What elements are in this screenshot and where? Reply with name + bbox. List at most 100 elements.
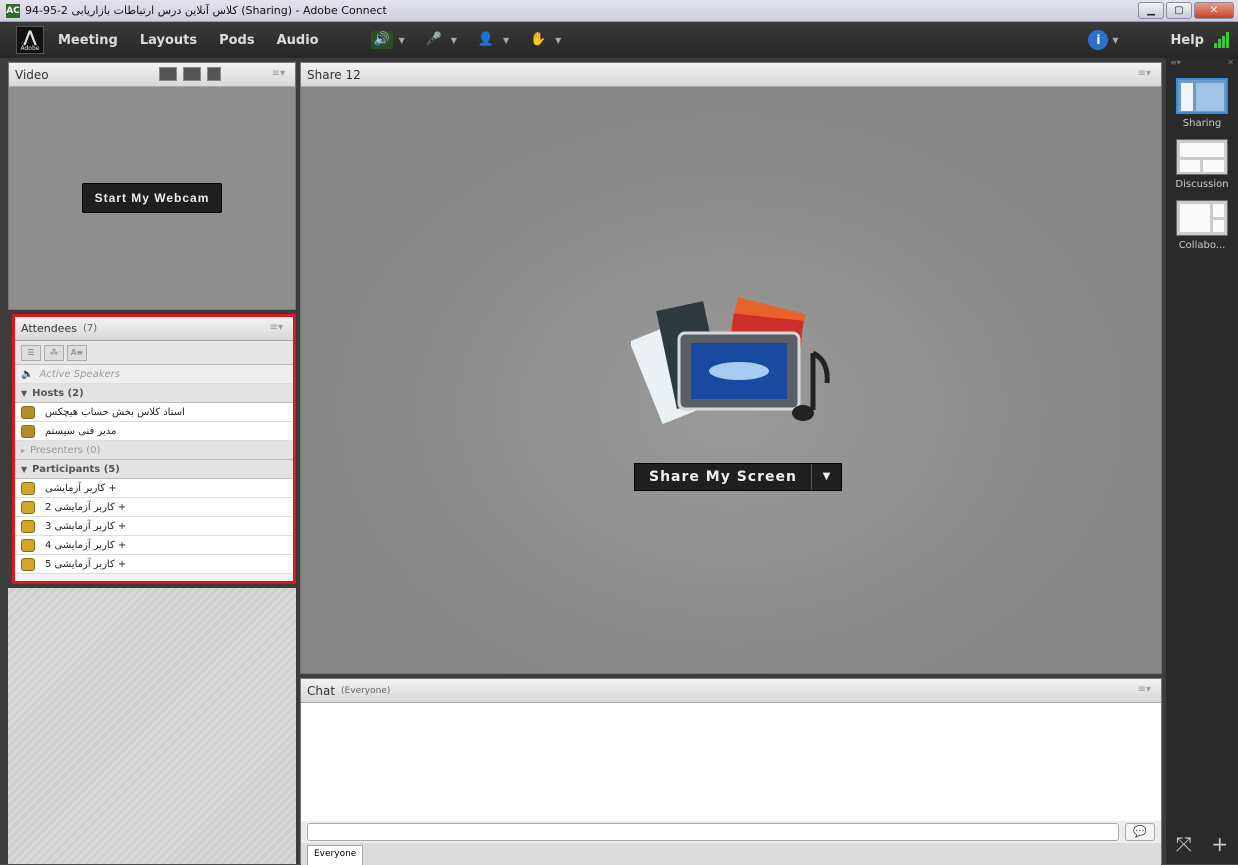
status-toggle[interactable]: ✋ ▼ <box>527 28 561 52</box>
fullscreen-icon[interactable] <box>207 67 221 81</box>
chevron-down-icon: ▼ <box>398 35 405 45</box>
list-view-icon[interactable]: ☰ <box>21 345 41 361</box>
video-pod-title: Video <box>15 67 49 82</box>
info-icon[interactable]: i <box>1088 30 1109 50</box>
empty-pod-area <box>8 588 296 864</box>
menu-layouts[interactable]: Layouts <box>140 33 197 48</box>
maximize-button[interactable]: ▢ <box>1166 2 1192 19</box>
participants-label: Participants (5) <box>32 463 120 475</box>
grid-view-icon[interactable] <box>159 67 177 81</box>
attendee-row[interactable]: کاربر آزمایشی 2 + <box>15 498 293 517</box>
chat-title: Chat <box>307 683 336 698</box>
share-pod-header: Share 12 ≡▾ <box>301 63 1161 87</box>
host-user-icon <box>21 405 35 419</box>
hosts-section[interactable]: ▼ Hosts (2) <box>15 384 293 403</box>
attendees-pod: Attendees (7) ≡▾ ☰ ⁂ A≡ 🔈 Active Speaker… <box>12 314 296 584</box>
tab-everyone[interactable]: Everyone <box>307 845 364 865</box>
attendee-row[interactable]: مدیر فنی سیستم <box>15 422 293 441</box>
send-message-icon[interactable]: 💬 <box>1125 823 1155 841</box>
participant-user-icon <box>21 557 35 571</box>
menu-pods[interactable]: Pods <box>219 33 255 48</box>
minimize-button[interactable]: ▁ <box>1138 2 1164 19</box>
attendee-name: کاربر آزمایشی + <box>45 482 117 494</box>
attendee-row[interactable]: کاربر آزمایشی 5 + <box>15 555 293 574</box>
chat-messages <box>301 703 1161 821</box>
add-layout-icon[interactable]: + <box>1211 832 1228 856</box>
speaker-toggle[interactable]: 🔊 ▼ <box>370 28 405 52</box>
attendee-name: کاربر آزمایشی 3 + <box>45 520 127 532</box>
chevron-down-icon: ▼ <box>450 35 457 45</box>
share-my-screen-label[interactable]: Share My Screen <box>635 464 811 490</box>
attendees-count: (7) <box>82 323 98 334</box>
adobe-connect-window: AC 94-95-2 کلاس آنلاین درس ارتباطات بازا… <box>0 0 1238 865</box>
participant-user-icon <box>21 500 35 514</box>
app-icon: AC <box>6 3 20 18</box>
menu-right: i ▼ Help <box>1088 22 1238 58</box>
share-media-illustration <box>631 297 830 426</box>
chevron-down-icon: ▼ <box>555 35 562 45</box>
participants-section[interactable]: ▼ Participants (5) <box>15 460 293 479</box>
presenters-label: Presenters (0) <box>30 444 101 456</box>
close-button[interactable]: ✕ <box>1194 2 1234 19</box>
layout-discussion-thumbnail <box>1176 139 1228 175</box>
monitor-glow-icon <box>709 362 769 380</box>
attendees-title: Attendees <box>21 322 77 335</box>
chevron-down-icon[interactable]: ▼ <box>810 464 841 490</box>
breakout-view-icon[interactable]: ⁂ <box>44 345 64 361</box>
expand-triangle-icon: ▸ <box>21 445 26 455</box>
layout-collaboration[interactable]: Collabo... <box>1174 200 1230 251</box>
adobe-logo-mark: ⋀ <box>23 27 37 46</box>
layouts-options-icon[interactable]: ≡▾ <box>1170 58 1181 68</box>
layouts-bar-header: ≡▾ ✕ <box>1166 58 1238 68</box>
presenters-section[interactable]: ▸ Presenters (0) <box>15 441 293 460</box>
music-note-head-icon <box>792 405 814 421</box>
camera-toggle[interactable]: 👤 ▼ <box>475 28 509 52</box>
video-pod: Video ≡▾ Start My Webcam <box>8 62 296 310</box>
filmstrip-view-icon[interactable] <box>183 67 201 81</box>
layout-label: Collabo... <box>1178 240 1226 251</box>
attendee-row[interactable]: کاربر آزمایشی 4 + <box>15 536 293 555</box>
participant-user-icon <box>21 538 35 552</box>
layout-discussion[interactable]: Discussion <box>1174 139 1230 190</box>
pod-options-icon[interactable]: ≡▾ <box>1138 68 1151 79</box>
help-menu[interactable]: Help <box>1171 33 1204 48</box>
menu-meeting[interactable]: Meeting <box>58 33 118 48</box>
hosts-label: Hosts (2) <box>32 387 84 399</box>
manage-layouts-icon[interactable]: ⤧ <box>1176 832 1192 856</box>
microphone-toggle[interactable]: 🎤 ▼ <box>423 28 457 52</box>
active-speakers-row: 🔈 Active Speakers <box>15 365 293 384</box>
attendee-row[interactable]: کاربر آزمایشی 3 + <box>15 517 293 536</box>
participant-user-icon <box>21 519 35 533</box>
pod-options-icon[interactable]: ≡▾ <box>272 68 285 79</box>
attendee-name: کاربر آزمایشی 2 + <box>45 501 127 513</box>
attendee-row[interactable]: کاربر آزمایشی + <box>15 479 293 498</box>
attendee-name: استاد کلاس بخش حساب هیچکس <box>45 406 185 418</box>
layout-sharing[interactable]: Sharing <box>1174 78 1230 129</box>
speaker-icon: 🔈 <box>21 368 34 380</box>
adobe-logo: ⋀ Adobe <box>16 26 44 54</box>
start-webcam-button[interactable]: Start My Webcam <box>81 183 223 213</box>
share-my-screen-button[interactable]: Share My Screen ▼ <box>634 463 842 491</box>
attendee-row[interactable]: استاد کلاس بخش حساب هیچکس <box>15 403 293 422</box>
attendee-name: کاربر آزمایشی 5 + <box>45 558 127 570</box>
chat-message-input[interactable] <box>307 823 1119 841</box>
video-pod-header: Video ≡▾ <box>9 63 295 87</box>
adobe-logo-text: Adobe <box>20 45 40 52</box>
pod-options-icon[interactable]: ≡▾ <box>270 322 283 333</box>
chevron-down-icon[interactable]: ▼ <box>1112 36 1118 45</box>
window-controls: ▁ ▢ ✕ <box>1138 2 1234 19</box>
video-pod-body: Start My Webcam <box>9 87 295 309</box>
layout-label: Discussion <box>1175 179 1229 190</box>
microphone-icon: 🎤 <box>425 32 442 47</box>
chevron-down-icon: ▼ <box>502 35 510 45</box>
collapse-triangle-icon: ▼ <box>21 388 28 398</box>
pod-options-icon[interactable]: ≡▾ <box>1138 684 1151 695</box>
music-note-icon <box>810 350 830 410</box>
video-view-options <box>159 67 221 81</box>
menu-audio[interactable]: Audio <box>277 33 319 48</box>
sort-icon[interactable]: A≡ <box>67 345 87 361</box>
raise-hand-icon: ✋ <box>530 32 547 47</box>
attendee-name: مدیر فنی سیستم <box>45 425 117 437</box>
chat-pod: Chat (Everyone) ≡▾ 💬 Everyone <box>300 678 1162 865</box>
close-icon[interactable]: ✕ <box>1227 58 1234 68</box>
